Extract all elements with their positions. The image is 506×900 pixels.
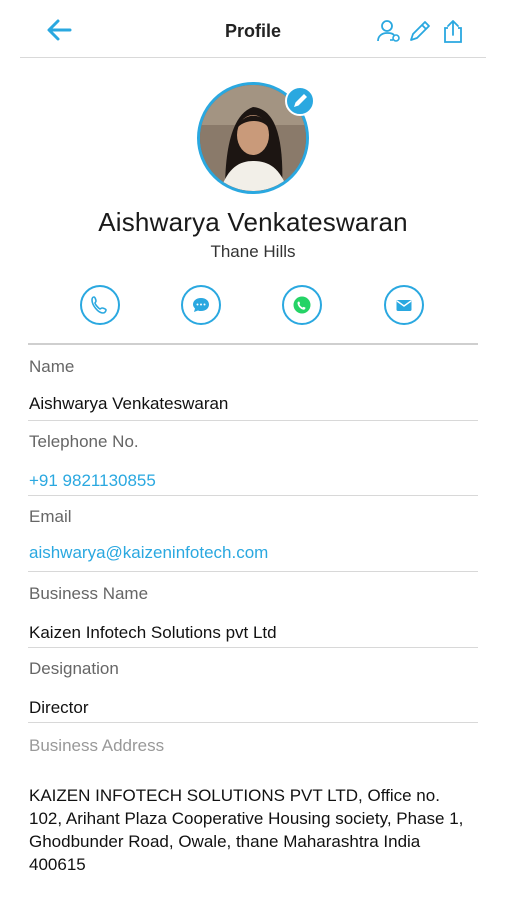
name-label: Name	[29, 357, 75, 376]
top-bar: Profile	[20, 0, 486, 58]
whatsapp-button[interactable]	[282, 285, 322, 325]
business-name-label: Business Name	[29, 584, 149, 603]
business-name-value: Kaizen Infotech Solutions pvt Ltd	[29, 623, 277, 642]
edit-icon[interactable]	[407, 18, 433, 44]
business-address-value: KAIZEN INFOTECH SOLUTIONS PVT LTD, Offic…	[29, 786, 464, 874]
email-label: Email	[29, 507, 72, 526]
telephone-value[interactable]: +91 9821130855	[29, 471, 156, 491]
whatsapp-icon	[293, 296, 311, 314]
profile-name: Aishwarya Venkateswaran	[98, 207, 408, 237]
telephone-label: Telephone No.	[29, 432, 139, 451]
chat-icon	[193, 298, 209, 312]
business-address-label: Business Address	[29, 736, 165, 755]
designation-label: Designation	[29, 659, 119, 678]
field-divider	[28, 420, 478, 421]
avatar	[197, 82, 315, 194]
contact-link-icon[interactable]	[376, 18, 402, 44]
chat-button[interactable]	[181, 285, 221, 325]
field-divider	[28, 495, 478, 496]
field-divider	[28, 722, 478, 723]
edit-photo-button[interactable]	[285, 86, 315, 116]
call-button[interactable]	[80, 285, 120, 325]
share-icon[interactable]	[440, 18, 466, 44]
name-value: Aishwarya Venkateswaran	[29, 394, 229, 413]
field-divider	[28, 571, 478, 572]
designation-value: Director	[29, 698, 89, 717]
phone-icon	[91, 296, 107, 314]
field-divider	[28, 647, 478, 648]
email-value[interactable]: aishwarya@kaizeninfotech.com	[29, 543, 268, 563]
mail-icon	[396, 300, 412, 311]
mail-button[interactable]	[384, 285, 424, 325]
profile-location: Thane Hills	[210, 242, 296, 261]
section-divider	[28, 343, 478, 345]
